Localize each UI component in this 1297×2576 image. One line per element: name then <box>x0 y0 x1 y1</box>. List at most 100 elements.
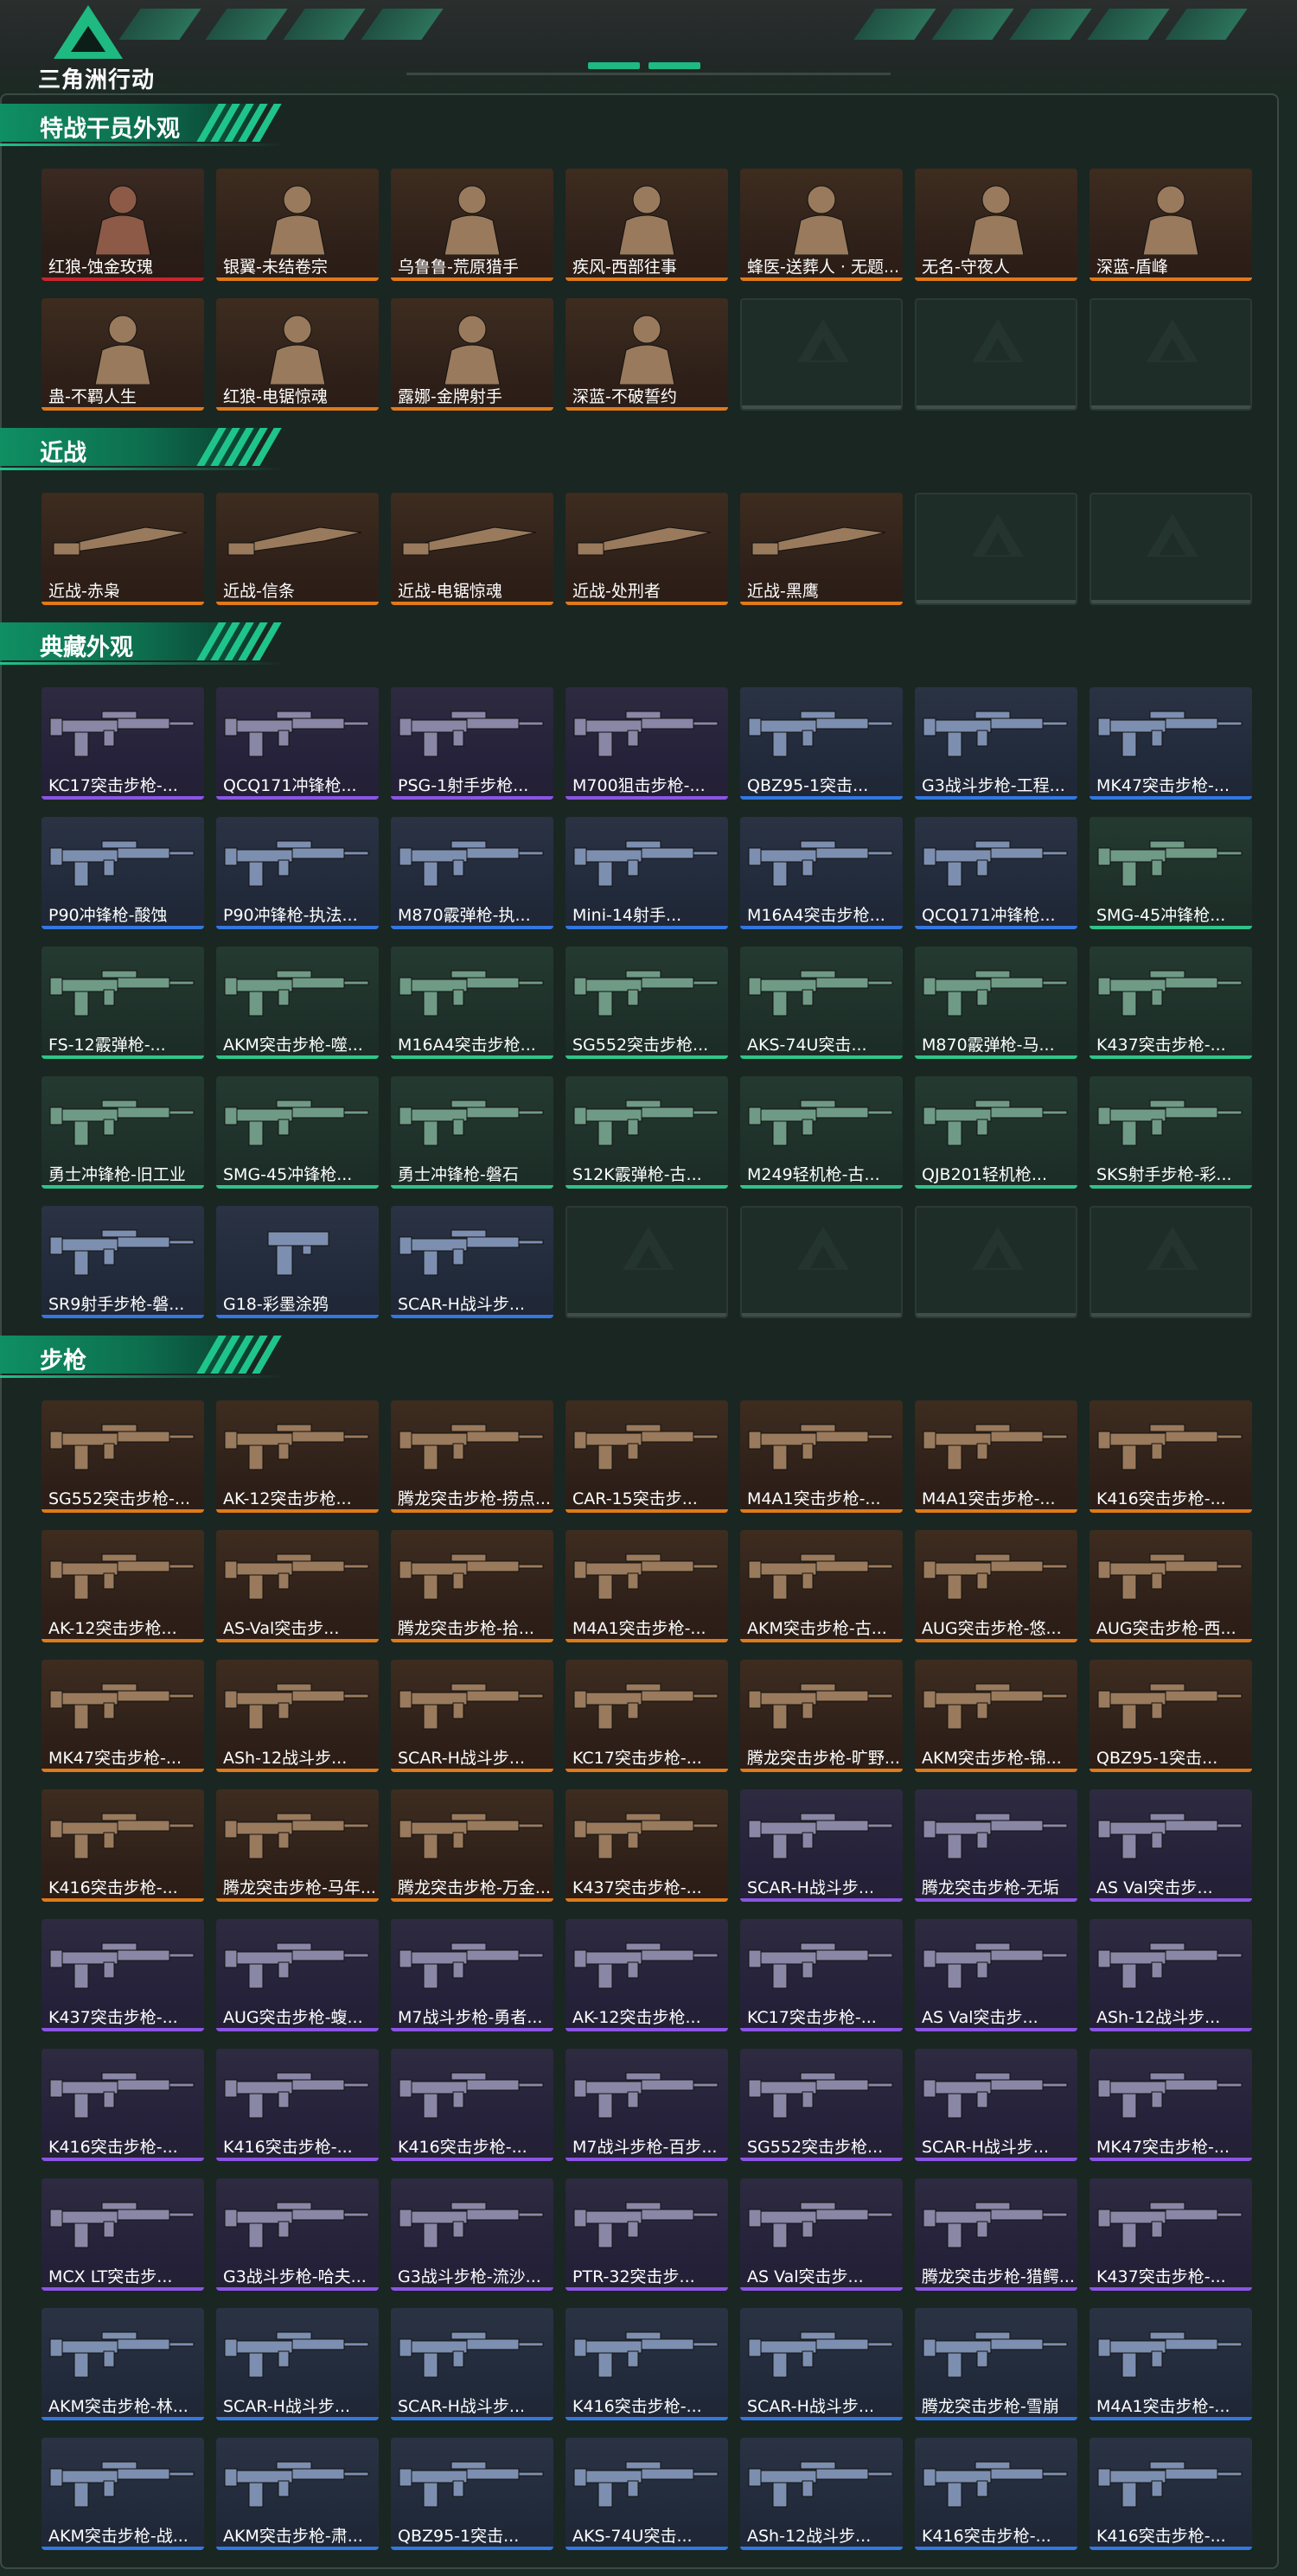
item-card[interactable]: AKS-74U突击... <box>565 2438 728 2550</box>
item-card[interactable]: 腾龙突击步枪-万金... <box>391 1789 553 1902</box>
item-card[interactable]: K416突击步枪-... <box>42 2049 204 2161</box>
item-card[interactable]: MCX LT突击步... <box>42 2178 204 2291</box>
item-card[interactable]: 深蓝-盾峰 <box>1089 169 1252 281</box>
item-card[interactable]: 近战-电锯惊魂 <box>391 493 553 605</box>
item-card[interactable]: G18-彩墨涂鸦 <box>216 1206 379 1318</box>
item-card[interactable]: AKM突击步枪-林... <box>42 2308 204 2420</box>
item-card[interactable]: 勇士冲锋枪-旧工业 <box>42 1076 204 1189</box>
item-card[interactable]: M870霰弹枪-马... <box>915 947 1077 1059</box>
item-card[interactable]: QJB201轻机枪... <box>915 1076 1077 1189</box>
item-card[interactable]: AUG突击步枪-蝮... <box>216 1919 379 2031</box>
item-card[interactable]: QBZ95-1突击... <box>391 2438 553 2550</box>
item-card[interactable]: ASh-12战斗步... <box>216 1660 379 1772</box>
item-card[interactable]: 腾龙突击步枪-无垢 <box>915 1789 1077 1902</box>
item-card[interactable]: 无名-守夜人 <box>915 169 1077 281</box>
item-card[interactable]: M4A1突击步枪-... <box>915 1400 1077 1513</box>
item-card[interactable]: K416突击步枪-... <box>1089 2438 1252 2550</box>
item-card[interactable]: M870霰弹枪-执... <box>391 817 553 929</box>
item-card[interactable]: G3战斗步枪-工程... <box>915 687 1077 800</box>
item-card[interactable]: AKM突击步枪-锦... <box>915 1660 1077 1772</box>
item-card[interactable]: G3战斗步枪-哈夫... <box>216 2178 379 2291</box>
item-card[interactable]: 红狼-电锯惊魂 <box>216 298 379 411</box>
item-card[interactable]: SG552突击步枪... <box>740 2049 903 2161</box>
item-card[interactable]: AK-12突击步枪... <box>216 1400 379 1513</box>
item-card[interactable]: AKS-74U突击... <box>740 947 903 1059</box>
item-card[interactable]: AK-12突击步枪... <box>565 1919 728 2031</box>
item-card[interactable]: KC17突击步枪-... <box>42 687 204 800</box>
item-card[interactable]: 腾龙突击步枪-捞点... <box>391 1400 553 1513</box>
item-card[interactable]: KC17突击步枪-... <box>740 1919 903 2031</box>
item-card[interactable]: M7战斗步枪-勇者... <box>391 1919 553 2031</box>
item-card[interactable]: 红狼-蚀金玫瑰 <box>42 169 204 281</box>
item-card[interactable]: K437突击步枪-... <box>565 1789 728 1902</box>
item-card[interactable]: K416突击步枪-... <box>915 2438 1077 2550</box>
item-card[interactable]: 腾龙突击步枪-雪崩 <box>915 2308 1077 2420</box>
item-card[interactable]: MK47突击步枪-... <box>1089 2049 1252 2161</box>
item-card[interactable]: SCAR-H战斗步... <box>740 1789 903 1902</box>
item-card[interactable]: P90冲锋枪-执法... <box>216 817 379 929</box>
item-card[interactable]: QCQ171冲锋枪... <box>216 687 379 800</box>
item-card[interactable]: AS Val突击步... <box>1089 1789 1252 1902</box>
item-card[interactable]: Mini-14射手... <box>565 817 728 929</box>
item-card[interactable]: 腾龙突击步枪-马年... <box>216 1789 379 1902</box>
item-card[interactable]: K416突击步枪-... <box>565 2308 728 2420</box>
item-card[interactable]: KC17突击步枪-... <box>565 1660 728 1772</box>
item-card[interactable]: PSG-1射手步枪... <box>391 687 553 800</box>
item-card[interactable]: SCAR-H战斗步... <box>216 2308 379 2420</box>
item-card[interactable]: ASh-12战斗步... <box>740 2438 903 2550</box>
item-card[interactable]: 蛊-不羁人生 <box>42 298 204 411</box>
item-card[interactable]: SCAR-H战斗步... <box>391 1206 553 1318</box>
item-card[interactable]: AKM突击步枪-肃... <box>216 2438 379 2550</box>
item-card[interactable]: SR9射手步枪-磐... <box>42 1206 204 1318</box>
item-card[interactable]: 银翼-未结卷宗 <box>216 169 379 281</box>
item-card[interactable]: SMG-45冲锋枪... <box>216 1076 379 1189</box>
item-card[interactable]: M7战斗步枪-百步... <box>565 2049 728 2161</box>
item-card[interactable]: P90冲锋枪-酸蚀 <box>42 817 204 929</box>
item-card[interactable]: AKM突击步枪-噬... <box>216 947 379 1059</box>
item-card[interactable]: M4A1突击步枪-... <box>1089 2308 1252 2420</box>
item-card[interactable]: SMG-45冲锋枪... <box>1089 817 1252 929</box>
item-card[interactable]: CAR-15突击步... <box>565 1400 728 1513</box>
item-card[interactable]: S12K霰弹枪-古... <box>565 1076 728 1189</box>
item-card[interactable]: 近战-信条 <box>216 493 379 605</box>
item-card[interactable]: FS-12霰弹枪-... <box>42 947 204 1059</box>
item-card[interactable]: MK47突击步枪-... <box>1089 687 1252 800</box>
item-card[interactable]: SCAR-H战斗步... <box>391 2308 553 2420</box>
item-card[interactable]: 深蓝-不破誓约 <box>565 298 728 411</box>
item-card[interactable]: QBZ95-1突击... <box>1089 1660 1252 1772</box>
item-card[interactable]: QBZ95-1突击... <box>740 687 903 800</box>
item-card[interactable]: 乌鲁鲁-荒原猎手 <box>391 169 553 281</box>
item-card[interactable]: SG552突击步枪-... <box>42 1400 204 1513</box>
item-card[interactable]: AK-12突击步枪... <box>42 1530 204 1642</box>
item-card[interactable]: K416突击步枪-... <box>216 2049 379 2161</box>
item-card[interactable]: K416突击步枪-... <box>42 1789 204 1902</box>
item-card[interactable]: M16A4突击步枪... <box>740 817 903 929</box>
item-card[interactable]: G3战斗步枪-流沙... <box>391 2178 553 2291</box>
item-card[interactable]: 蜂医-送葬人 · 无题... <box>740 169 903 281</box>
item-card[interactable]: 腾龙突击步枪-旷野... <box>740 1660 903 1772</box>
item-card[interactable]: SCAR-H战斗步... <box>915 2049 1077 2161</box>
item-card[interactable]: K416突击步枪-... <box>391 2049 553 2161</box>
item-card[interactable]: 近战-处刑者 <box>565 493 728 605</box>
item-card[interactable]: SG552突击步枪... <box>565 947 728 1059</box>
item-card[interactable]: SKS射手步枪-彩... <box>1089 1076 1252 1189</box>
item-card[interactable]: M700狙击步枪-... <box>565 687 728 800</box>
item-card[interactable]: 腾龙突击步枪-拾... <box>391 1530 553 1642</box>
item-card[interactable]: K416突击步枪-... <box>1089 1400 1252 1513</box>
item-card[interactable]: PTR-32突击步... <box>565 2178 728 2291</box>
item-card[interactable]: MK47突击步枪-... <box>42 1660 204 1772</box>
item-card[interactable]: K437突击步枪-... <box>42 1919 204 2031</box>
item-card[interactable]: ASh-12战斗步... <box>1089 1919 1252 2031</box>
item-card[interactable]: AS-Val突击步... <box>216 1530 379 1642</box>
item-card[interactable]: 腾龙突击步枪-猎鳄... <box>915 2178 1077 2291</box>
item-card[interactable]: M249轻机枪-古... <box>740 1076 903 1189</box>
item-card[interactable]: AS Val突击步... <box>740 2178 903 2291</box>
item-card[interactable]: 露娜-金牌射手 <box>391 298 553 411</box>
item-card[interactable]: M16A4突击步枪... <box>391 947 553 1059</box>
item-card[interactable]: AKM突击步枪-古... <box>740 1530 903 1642</box>
item-card[interactable]: M4A1突击步枪-... <box>740 1400 903 1513</box>
item-card[interactable]: K437突击步枪-... <box>1089 2178 1252 2291</box>
item-card[interactable]: SCAR-H战斗步... <box>740 2308 903 2420</box>
item-card[interactable]: QCQ171冲锋枪... <box>915 817 1077 929</box>
item-card[interactable]: 勇士冲锋枪-磐石 <box>391 1076 553 1189</box>
